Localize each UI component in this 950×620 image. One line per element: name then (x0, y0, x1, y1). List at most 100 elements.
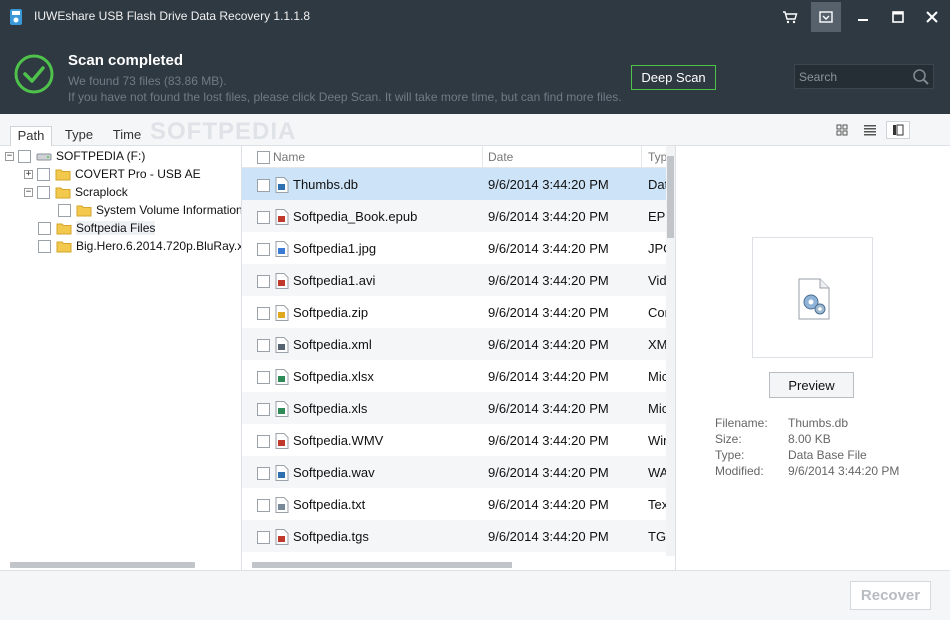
column-header-name[interactable]: Name (273, 150, 305, 164)
list-view-button[interactable] (858, 121, 882, 139)
tab-time[interactable]: Time (108, 126, 146, 146)
file-date: 9/6/2014 3:44:20 PM (488, 337, 609, 352)
column-header-date[interactable]: Date (488, 150, 513, 164)
file-date: 9/6/2014 3:44:20 PM (488, 529, 609, 544)
app-icon (10, 9, 22, 25)
file-wav-icon (275, 465, 289, 481)
tree-item-system-volume[interactable]: System Volume Information (58, 201, 242, 219)
tree-item-label: Big.Hero.6.2014.720p.BluRay.x264 (76, 239, 241, 253)
file-name: Softpedia.xml (293, 337, 372, 352)
file-name: Softpedia.xls (293, 401, 368, 416)
file-jpg-icon (275, 241, 289, 257)
deep-scan-button[interactable]: Deep Scan (631, 65, 716, 90)
table-row[interactable]: Softpedia.xlsx9/6/2014 3:44:20 PMMicroso… (242, 360, 670, 392)
scan-status-title: Scan completed (68, 52, 184, 69)
row-checkbox[interactable] (257, 275, 270, 288)
info-type: Type: Data Base File (715, 448, 867, 462)
close-icon (926, 11, 938, 23)
preview-button[interactable]: Preview (769, 372, 854, 398)
file-name: Softpedia1.jpg (293, 241, 377, 256)
tree-item-label: System Volume Information (96, 203, 242, 217)
file-avi-icon (275, 273, 289, 289)
tree-item-checkbox[interactable] (38, 239, 51, 253)
row-checkbox[interactable] (257, 179, 270, 192)
scan-hint-text: If you have not found the lost files, pl… (68, 90, 622, 104)
row-checkbox[interactable] (257, 531, 270, 544)
tree-item-covert[interactable]: + COVERT Pro - USB AE (24, 165, 201, 183)
recover-button[interactable]: Recover (850, 581, 931, 610)
table-row[interactable]: Softpedia.tgs9/6/2014 3:44:20 PMTGS File (242, 520, 670, 552)
tree-root[interactable]: − SOFTPEDIA (F:) (5, 147, 145, 165)
info-modified: Modified: 9/6/2014 3:44:20 PM (715, 464, 900, 478)
row-checkbox[interactable] (257, 339, 270, 352)
tree-item-checkbox[interactable] (37, 167, 50, 181)
table-row[interactable]: Softpedia.WMV9/6/2014 3:44:20 PMWindows … (242, 424, 670, 456)
tree-item-label: COVERT Pro - USB AE (75, 167, 201, 181)
window-title: IUWEshare USB Flash Drive Data Recovery … (34, 9, 311, 23)
file-date: 9/6/2014 3:44:20 PM (488, 369, 609, 384)
table-row[interactable]: Softpedia.zip9/6/2014 3:44:20 PMCompress… (242, 296, 670, 328)
row-checkbox[interactable] (257, 307, 270, 320)
file-xls-icon (275, 401, 289, 417)
row-checkbox[interactable] (257, 211, 270, 224)
tree-item-softpedia-files[interactable]: Softpedia Files (38, 219, 156, 237)
file-txt-icon (275, 497, 289, 513)
minimize-button[interactable] (848, 2, 878, 32)
row-checkbox[interactable] (257, 435, 270, 448)
expand-icon[interactable]: + (24, 169, 33, 179)
feedback-button[interactable] (811, 2, 841, 32)
view-tab-bar: Path Type Time SOFTPEDIA (0, 114, 950, 146)
folder-icon (56, 223, 72, 235)
row-checkbox[interactable] (257, 403, 270, 416)
tree-root-checkbox[interactable] (18, 149, 31, 163)
file-list-horizontal-scrollbar[interactable] (252, 562, 512, 568)
tree-item-checkbox[interactable] (37, 185, 50, 199)
file-db-icon (275, 177, 289, 193)
table-row[interactable]: Softpedia_Book.epub 9/6/2014 3:44:20 PM EP… (242, 200, 670, 232)
table-row[interactable]: Softpedia.txt9/6/2014 3:44:20 PMText Doc… (242, 488, 670, 520)
file-name: Softpedia.txt (293, 497, 366, 512)
tree-item-checkbox[interactable] (58, 203, 71, 217)
file-list-scroll-thumb[interactable] (667, 156, 674, 238)
table-row[interactable]: Softpedia.xml9/6/2014 3:44:20 PMXML Docu… (242, 328, 670, 360)
tree-item-big-hero[interactable]: Big.Hero.6.2014.720p.BluRay.x264 (38, 237, 241, 255)
file-name: Thumbs.db (293, 177, 359, 192)
file-zip-icon (275, 305, 289, 321)
file-name: Softpedia.wav (293, 465, 375, 480)
feedback-icon (819, 11, 833, 23)
tree-horizontal-scrollbar[interactable] (10, 562, 195, 568)
detail-view-icon (893, 124, 904, 136)
table-row[interactable]: Softpedia.xls9/6/2014 3:44:20 PMMicrosof… (242, 392, 670, 424)
row-checkbox[interactable] (257, 467, 270, 480)
table-row[interactable]: Softpedia.wav9/6/2014 3:44:20 PMWAV File (242, 456, 670, 488)
maximize-button[interactable] (883, 2, 913, 32)
cart-button[interactable] (775, 2, 805, 32)
collapse-icon[interactable]: − (24, 187, 33, 197)
table-row[interactable]: Softpedia1.avi9/6/2014 3:44:20 PMVideo C… (242, 264, 670, 296)
row-checkbox[interactable] (257, 371, 270, 384)
row-checkbox[interactable] (257, 243, 270, 256)
detail-view-button[interactable] (886, 121, 910, 139)
tree-item-scraplock[interactable]: − Scraplock (24, 183, 128, 201)
table-row[interactable]: Thumbs.db9/6/2014 3:44:20 PMData Base Fi… (242, 168, 670, 200)
select-all-checkbox[interactable] (257, 151, 270, 164)
table-row[interactable]: Softpedia1.jpg9/6/2014 3:44:20 PMJPG Fil… (242, 232, 670, 264)
search-icon[interactable] (912, 68, 930, 86)
softpedia-watermark: SOFTPEDIA (150, 118, 297, 145)
file-list-header: Name Date Type (242, 146, 675, 168)
grid-view-button[interactable] (830, 121, 854, 139)
tree-root-label: SOFTPEDIA (F:) (56, 149, 146, 163)
file-name: Softpedia.tgs (293, 529, 369, 544)
file-tgs-icon (275, 529, 289, 545)
close-button[interactable] (917, 2, 947, 32)
tab-type[interactable]: Type (60, 126, 98, 146)
file-wmv-icon (275, 433, 289, 449)
tree-item-checkbox[interactable] (38, 221, 51, 235)
tab-path[interactable]: Path (10, 126, 52, 146)
search-input[interactable] (799, 68, 909, 86)
column-divider (641, 146, 642, 168)
collapse-icon[interactable]: − (5, 151, 14, 161)
file-xlsx-icon (275, 369, 289, 385)
file-date: 9/6/2014 3:44:20 PM (488, 177, 609, 192)
row-checkbox[interactable] (257, 499, 270, 512)
